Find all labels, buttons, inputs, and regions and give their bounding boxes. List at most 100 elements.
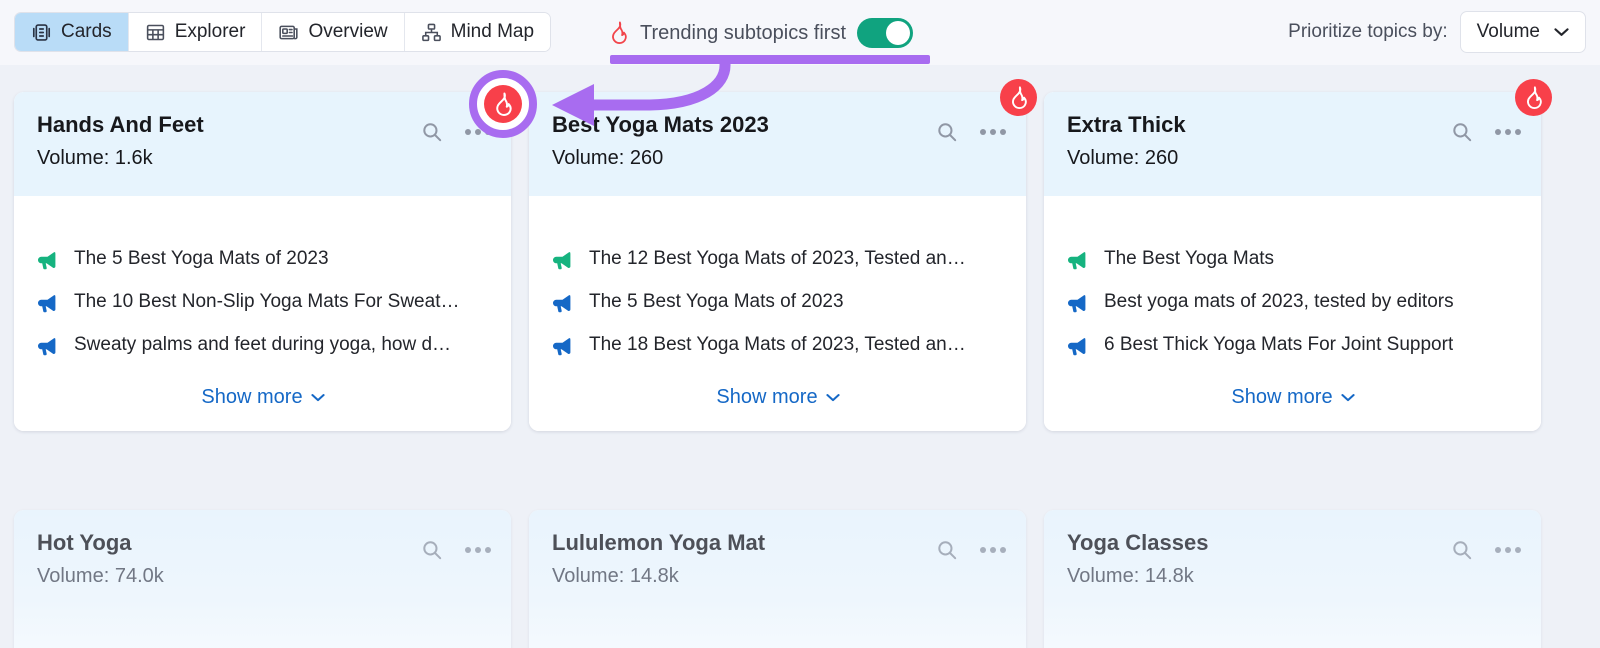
show-more-label: Show more [716,386,818,408]
keyword-text: The 12 Best Yoga Mats of 2023, Tested an… [589,248,966,269]
megaphone-icon [552,294,574,313]
toggle-knob [886,21,911,45]
card-keyword-list: The Best Yoga Mats Best yoga mats of 202… [1044,196,1541,431]
table-icon [145,22,166,43]
cards-board: Hands And Feet Volume: 1.6k The 5 Best Y… [0,65,1600,648]
card-volume: Volume: 260 [552,147,664,170]
flame-badge-icon [1515,79,1552,116]
show-more-button[interactable]: Show more [201,386,325,409]
keyword-text: The Best Yoga Mats [1104,248,1275,269]
keyword-text: 6 Best Thick Yoga Mats For Joint Support [1104,334,1454,355]
megaphone-icon [37,294,59,313]
card-header-actions [1451,121,1521,143]
keyword-text: The 18 Best Yoga Mats of 2023, Tested an… [589,334,966,355]
more-options-icon[interactable] [980,129,1006,135]
keyword-text: Best yoga mats of 2023, tested by editor… [1104,291,1454,312]
view-tab-group: Cards Explorer Overview Mind Map [14,12,552,52]
megaphone-icon [552,337,574,356]
search-icon[interactable] [936,121,958,143]
list-item[interactable]: The 5 Best Yoga Mats of 2023 [37,248,489,270]
tab-mind-map-label: Mind Map [450,21,535,42]
chevron-down-icon [1554,27,1569,37]
megaphone-icon [37,251,59,270]
trending-toggle-switch[interactable] [857,18,914,48]
card-header: Best Yoga Mats 2023 Volume: 260 [529,92,1026,196]
search-icon[interactable] [1451,539,1473,561]
keyword-text: The 10 Best Non-Slip Yoga Mats For Sweat… [74,291,460,312]
flame-badge-icon [1000,79,1037,116]
search-icon[interactable] [421,539,443,561]
card-header: Extra Thick Volume: 260 [1044,92,1541,196]
topic-card[interactable]: Extra Thick Volume: 260 The Best Yoga Ma… [1044,79,1552,431]
tab-cards-label: Cards [61,21,112,42]
prioritize-label: Prioritize topics by: [1288,21,1448,42]
card-header-actions [936,539,1006,561]
card-header: Hands And Feet Volume: 1.6k [14,92,511,196]
megaphone-icon [552,251,574,270]
more-options-icon[interactable] [1495,129,1521,135]
card-volume: Volume: 14.8k [1067,565,1194,588]
cards-icon [31,22,52,43]
search-icon[interactable] [936,539,958,561]
toolbar: Cards Explorer Overview Mind Map Trendin… [0,0,1600,65]
card-volume: Volume: 14.8k [552,565,679,588]
trending-label: Trending subtopics first [640,21,847,44]
list-item[interactable]: 6 Best Thick Yoga Mats For Joint Support [1067,334,1519,356]
card-volume: Volume: 74.0k [37,565,164,588]
card-header-actions [936,121,1006,143]
search-icon[interactable] [1451,121,1473,143]
tab-overview[interactable]: Overview [262,13,405,51]
more-options-icon[interactable] [465,129,491,135]
list-item[interactable]: Best yoga mats of 2023, tested by editor… [1067,291,1519,313]
card-header-actions [421,539,491,561]
trending-subtopics-toggle-group[interactable]: Trending subtopics first [608,14,914,52]
show-more-button[interactable]: Show more [1231,386,1355,409]
card-volume: Volume: 1.6k [37,147,153,170]
tab-explorer-label: Explorer [174,21,246,42]
list-item[interactable]: The 18 Best Yoga Mats of 2023, Tested an… [552,334,1004,356]
cards-row-bottom: Hot Yoga Volume: 74.0k Lululemon Yoga Ma… [0,510,1600,648]
tab-cards[interactable]: Cards [15,13,129,51]
show-more-button[interactable]: Show more [716,386,840,409]
card-keyword-list: The 12 Best Yoga Mats of 2023, Tested an… [529,196,1026,431]
list-item[interactable]: The Best Yoga Mats [1067,248,1519,270]
megaphone-icon [37,337,59,356]
tab-mind-map[interactable]: Mind Map [404,13,551,51]
keyword-text: Sweaty palms and feet during yoga, how d… [74,334,452,355]
card-keyword-list: The 5 Best Yoga Mats of 2023 The 10 Best… [14,196,511,431]
topic-card[interactable]: Hands And Feet Volume: 1.6k The 5 Best Y… [14,92,511,431]
prioritize-topics-group: Prioritize topics by: Volume [1288,11,1586,53]
topic-card[interactable]: Best Yoga Mats 2023 Volume: 260 The 12 B… [529,79,1037,431]
flame-icon [608,21,629,45]
tab-overview-label: Overview [308,21,388,42]
overview-icon [278,22,299,43]
list-item[interactable]: Sweaty palms and feet during yoga, how d… [37,334,489,356]
list-item[interactable]: The 12 Best Yoga Mats of 2023, Tested an… [552,248,1004,270]
card-volume: Volume: 260 [1067,147,1179,170]
cards-row-top: Hands And Feet Volume: 1.6k The 5 Best Y… [0,79,1600,431]
more-options-icon[interactable] [465,547,491,553]
chevron-down-icon [825,393,840,402]
topic-card[interactable]: Hot Yoga Volume: 74.0k [14,510,511,648]
search-icon[interactable] [421,121,443,143]
megaphone-icon [1067,294,1089,313]
list-item[interactable]: The 5 Best Yoga Mats of 2023 [552,291,1004,313]
more-options-icon[interactable] [1495,547,1521,553]
list-item[interactable]: The 10 Best Non-Slip Yoga Mats For Sweat… [37,291,489,313]
prioritize-value: Volume [1476,21,1540,42]
keyword-text: The 5 Best Yoga Mats of 2023 [589,291,844,312]
chevron-down-icon [310,393,325,402]
topic-card[interactable]: Lululemon Yoga Mat Volume: 14.8k [529,510,1026,648]
keyword-cards-screen: Cards Explorer Overview Mind Map Trendin… [0,0,1600,648]
mindmap-icon [421,22,442,43]
prioritize-select[interactable]: Volume [1459,11,1586,53]
show-more-label: Show more [201,386,303,408]
topic-card[interactable]: Yoga Classes Volume: 14.8k [1044,510,1541,648]
card-header-actions [1451,539,1521,561]
show-more-label: Show more [1231,386,1333,408]
card-header-actions [421,121,491,143]
tab-explorer[interactable]: Explorer [128,13,263,51]
keyword-text: The 5 Best Yoga Mats of 2023 [74,248,329,269]
chevron-down-icon [1340,393,1355,402]
more-options-icon[interactable] [980,547,1006,553]
